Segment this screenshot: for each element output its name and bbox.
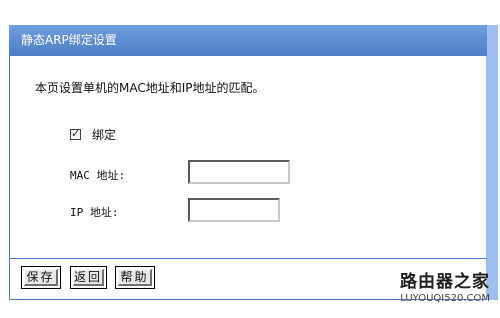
bind-checkbox[interactable]: ✓ <box>70 126 81 140</box>
watermark-url: LUYOUQI520.COM <box>400 293 490 304</box>
mac-address-input[interactable] <box>188 160 290 184</box>
ip-address-input[interactable] <box>188 198 280 222</box>
help-button-label: 帮助 <box>118 269 152 286</box>
panel-title: 静态ARP绑定设置 <box>9 25 487 56</box>
save-button[interactable]: 保存 <box>21 266 61 289</box>
site-watermark: 路由器之家 LUYOUQI520.COM <box>400 272 490 306</box>
bottom-divider <box>9 258 487 259</box>
mac-address-label: MAC 地址: <box>70 169 126 182</box>
page-description: 本页设置单机的MAC地址和IP地址的匹配。 <box>35 81 265 95</box>
side-border-strip <box>486 25 498 300</box>
ip-address-label: IP 地址: <box>70 206 119 219</box>
back-button[interactable]: 返回 <box>70 266 107 289</box>
bind-checkbox-label: 绑定 <box>92 127 117 142</box>
help-button[interactable]: 帮助 <box>115 266 155 289</box>
back-button-label: 返回 <box>73 269 104 286</box>
bind-row: ✓ 绑定 <box>70 126 116 142</box>
watermark-title: 路由器之家 <box>400 272 490 292</box>
checkmark-icon: ✓ <box>71 126 81 140</box>
save-button-label: 保存 <box>24 269 58 286</box>
